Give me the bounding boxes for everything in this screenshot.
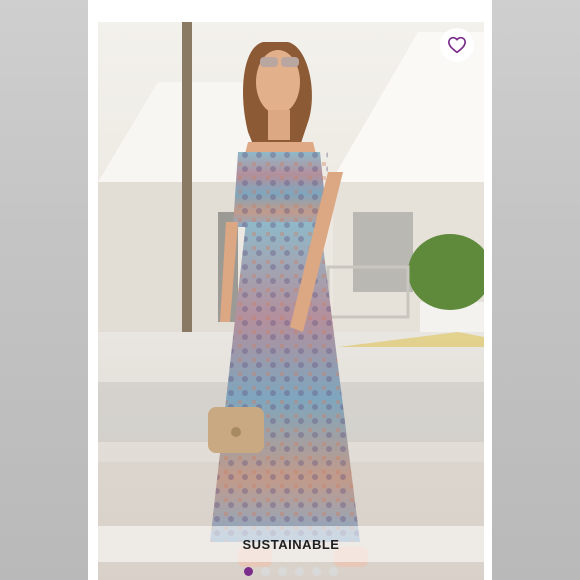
carousel-dot[interactable] [312,566,321,576]
heart-outline-icon [448,36,466,54]
carousel-indicator [98,564,484,578]
carousel-dot[interactable] [329,566,338,576]
sustainable-badge: SUSTAINABLE [98,526,484,562]
left-backdrop [0,0,92,580]
product-image [98,22,484,580]
card-top-strip [88,0,492,22]
product-photo[interactable]: SUSTAINABLE [98,22,484,580]
badge-label: SUSTAINABLE [242,536,340,552]
favorite-button[interactable] [440,28,474,62]
right-backdrop [486,0,580,580]
carousel-dot[interactable] [261,566,270,576]
carousel-dot-active[interactable] [244,566,253,576]
carousel-dot[interactable] [295,566,304,576]
listing-card: SUSTAINABLE [88,0,492,580]
carousel-dot[interactable] [278,566,287,576]
